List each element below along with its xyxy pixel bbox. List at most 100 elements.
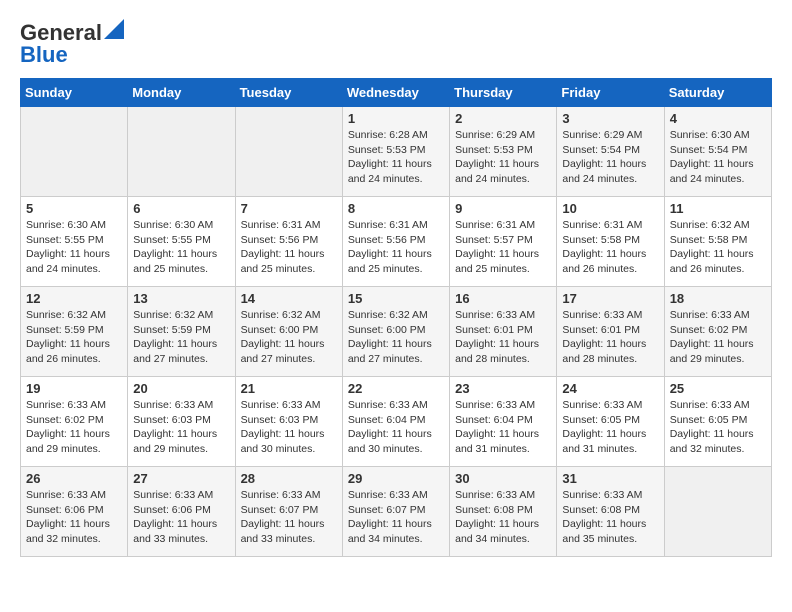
calendar-cell [664, 467, 771, 557]
day-number: 11 [670, 201, 766, 216]
day-number: 22 [348, 381, 444, 396]
day-number: 26 [26, 471, 122, 486]
day-number: 25 [670, 381, 766, 396]
calendar-cell: 20 Sunrise: 6:33 AM Sunset: 6:03 PM Dayli… [128, 377, 235, 467]
calendar-cell: 26 Sunrise: 6:33 AM Sunset: 6:06 PM Dayli… [21, 467, 128, 557]
day-number: 28 [241, 471, 337, 486]
day-number: 9 [455, 201, 551, 216]
header-sunday: Sunday [21, 79, 128, 107]
day-info: Sunrise: 6:31 AM Sunset: 5:58 PM Dayligh… [562, 218, 658, 277]
calendar-cell: 29Sunrise: 6:33 AM Sunset: 6:07 PM Dayli… [342, 467, 449, 557]
day-info: Sunrise: 6:32 AM Sunset: 6:00 PM Dayligh… [348, 308, 444, 367]
day-number: 30 [455, 471, 551, 486]
day-number: 5 [26, 201, 122, 216]
day-info: Sunrise: 6:33 AM Sunset: 6:04 PM Dayligh… [455, 398, 551, 457]
day-info: Sunrise: 6:31 AM Sunset: 5:56 PM Dayligh… [348, 218, 444, 277]
page-header: General Blue [20, 20, 772, 68]
header-wednesday: Wednesday [342, 79, 449, 107]
logo: General Blue [20, 20, 124, 68]
day-number: 16 [455, 291, 551, 306]
day-number: 23 [455, 381, 551, 396]
day-number: 21 [241, 381, 337, 396]
day-info: Sunrise: 6:31 AM Sunset: 5:57 PM Dayligh… [455, 218, 551, 277]
calendar-cell: 2 Sunrise: 6:29 AM Sunset: 5:53 PM Daylig… [450, 107, 557, 197]
day-info: Sunrise: 6:33 AM Sunset: 6:01 PM Dayligh… [562, 308, 658, 367]
calendar-cell: 5 Sunrise: 6:30 AM Sunset: 5:55 PM Daylig… [21, 197, 128, 287]
day-number: 8 [348, 201, 444, 216]
header-monday: Monday [128, 79, 235, 107]
calendar-cell: 25 Sunrise: 6:33 AM Sunset: 6:05 PM Dayli… [664, 377, 771, 467]
day-number: 13 [133, 291, 229, 306]
calendar-week-row: 12 Sunrise: 6:32 AM Sunset: 5:59 PM Dayli… [21, 287, 772, 377]
calendar-cell: 28 Sunrise: 6:33 AM Sunset: 6:07 PM Dayli… [235, 467, 342, 557]
day-info: Sunrise: 6:33 AM Sunset: 6:06 PM Dayligh… [26, 488, 122, 547]
calendar-cell: 23 Sunrise: 6:33 AM Sunset: 6:04 PM Dayli… [450, 377, 557, 467]
day-info: Sunrise: 6:30 AM Sunset: 5:55 PM Dayligh… [133, 218, 229, 277]
calendar-cell: 10 Sunrise: 6:31 AM Sunset: 5:58 PM Dayli… [557, 197, 664, 287]
calendar-cell: 24 Sunrise: 6:33 AM Sunset: 6:05 PM Dayli… [557, 377, 664, 467]
calendar-cell [21, 107, 128, 197]
day-info: Sunrise: 6:33 AM Sunset: 6:07 PM Dayligh… [348, 488, 444, 547]
day-info: Sunrise: 6:32 AM Sunset: 5:59 PM Dayligh… [133, 308, 229, 367]
calendar-cell [128, 107, 235, 197]
day-number: 10 [562, 201, 658, 216]
day-info: Sunrise: 6:33 AM Sunset: 6:02 PM Dayligh… [26, 398, 122, 457]
logo-icon [104, 19, 124, 39]
calendar-header-row: SundayMondayTuesdayWednesdayThursdayFrid… [21, 79, 772, 107]
calendar-cell: 9 Sunrise: 6:31 AM Sunset: 5:57 PM Daylig… [450, 197, 557, 287]
day-info: Sunrise: 6:29 AM Sunset: 5:54 PM Dayligh… [562, 128, 658, 187]
calendar-cell: 4 Sunrise: 6:30 AM Sunset: 5:54 PM Daylig… [664, 107, 771, 197]
calendar-week-row: 5 Sunrise: 6:30 AM Sunset: 5:55 PM Daylig… [21, 197, 772, 287]
header-tuesday: Tuesday [235, 79, 342, 107]
day-number: 24 [562, 381, 658, 396]
day-number: 3 [562, 111, 658, 126]
day-info: Sunrise: 6:33 AM Sunset: 6:03 PM Dayligh… [241, 398, 337, 457]
day-number: 17 [562, 291, 658, 306]
calendar-table: SundayMondayTuesdayWednesdayThursdayFrid… [20, 78, 772, 557]
header-saturday: Saturday [664, 79, 771, 107]
calendar-cell: 17 Sunrise: 6:33 AM Sunset: 6:01 PM Dayli… [557, 287, 664, 377]
day-info: Sunrise: 6:33 AM Sunset: 6:05 PM Dayligh… [562, 398, 658, 457]
day-info: Sunrise: 6:33 AM Sunset: 6:04 PM Dayligh… [348, 398, 444, 457]
header-friday: Friday [557, 79, 664, 107]
day-info: Sunrise: 6:33 AM Sunset: 6:02 PM Dayligh… [670, 308, 766, 367]
calendar-cell: 8 Sunrise: 6:31 AM Sunset: 5:56 PM Daylig… [342, 197, 449, 287]
day-info: Sunrise: 6:29 AM Sunset: 5:53 PM Dayligh… [455, 128, 551, 187]
day-info: Sunrise: 6:33 AM Sunset: 6:07 PM Dayligh… [241, 488, 337, 547]
day-number: 1 [348, 111, 444, 126]
day-number: 19 [26, 381, 122, 396]
day-number: 12 [26, 291, 122, 306]
day-info: Sunrise: 6:33 AM Sunset: 6:01 PM Dayligh… [455, 308, 551, 367]
calendar-week-row: 19 Sunrise: 6:33 AM Sunset: 6:02 PM Dayli… [21, 377, 772, 467]
calendar-cell: 7 Sunrise: 6:31 AM Sunset: 5:56 PM Daylig… [235, 197, 342, 287]
day-number: 6 [133, 201, 229, 216]
day-info: Sunrise: 6:28 AM Sunset: 5:53 PM Dayligh… [348, 128, 444, 187]
calendar-cell: 30 Sunrise: 6:33 AM Sunset: 6:08 PM Dayli… [450, 467, 557, 557]
calendar-week-row: 26 Sunrise: 6:33 AM Sunset: 6:06 PM Dayli… [21, 467, 772, 557]
calendar-cell: 3 Sunrise: 6:29 AM Sunset: 5:54 PM Daylig… [557, 107, 664, 197]
day-info: Sunrise: 6:32 AM Sunset: 5:58 PM Dayligh… [670, 218, 766, 277]
day-number: 2 [455, 111, 551, 126]
day-info: Sunrise: 6:31 AM Sunset: 5:56 PM Dayligh… [241, 218, 337, 277]
calendar-cell: 12Sunrise: 6:32 AM Sunset: 5:59 PM Dayli… [21, 287, 128, 377]
calendar-cell: 11 Sunrise: 6:32 AM Sunset: 5:58 PM Dayli… [664, 197, 771, 287]
day-number: 4 [670, 111, 766, 126]
calendar-cell: 21 Sunrise: 6:33 AM Sunset: 6:03 PM Dayli… [235, 377, 342, 467]
calendar-cell: 14 Sunrise: 6:32 AM Sunset: 6:00 PM Dayli… [235, 287, 342, 377]
calendar-cell: 19 Sunrise: 6:33 AM Sunset: 6:02 PM Dayli… [21, 377, 128, 467]
day-info: Sunrise: 6:33 AM Sunset: 6:03 PM Dayligh… [133, 398, 229, 457]
calendar-cell: 15Sunrise: 6:32 AM Sunset: 6:00 PM Dayli… [342, 287, 449, 377]
day-info: Sunrise: 6:32 AM Sunset: 6:00 PM Dayligh… [241, 308, 337, 367]
calendar-cell: 18Sunrise: 6:33 AM Sunset: 6:02 PM Dayli… [664, 287, 771, 377]
day-info: Sunrise: 6:30 AM Sunset: 5:54 PM Dayligh… [670, 128, 766, 187]
day-info: Sunrise: 6:33 AM Sunset: 6:08 PM Dayligh… [455, 488, 551, 547]
calendar-cell [235, 107, 342, 197]
day-number: 7 [241, 201, 337, 216]
day-info: Sunrise: 6:30 AM Sunset: 5:55 PM Dayligh… [26, 218, 122, 277]
calendar-week-row: 1 Sunrise: 6:28 AM Sunset: 5:53 PM Daylig… [21, 107, 772, 197]
day-number: 14 [241, 291, 337, 306]
day-info: Sunrise: 6:33 AM Sunset: 6:05 PM Dayligh… [670, 398, 766, 457]
day-info: Sunrise: 6:33 AM Sunset: 6:08 PM Dayligh… [562, 488, 658, 547]
day-number: 31 [562, 471, 658, 486]
day-number: 20 [133, 381, 229, 396]
